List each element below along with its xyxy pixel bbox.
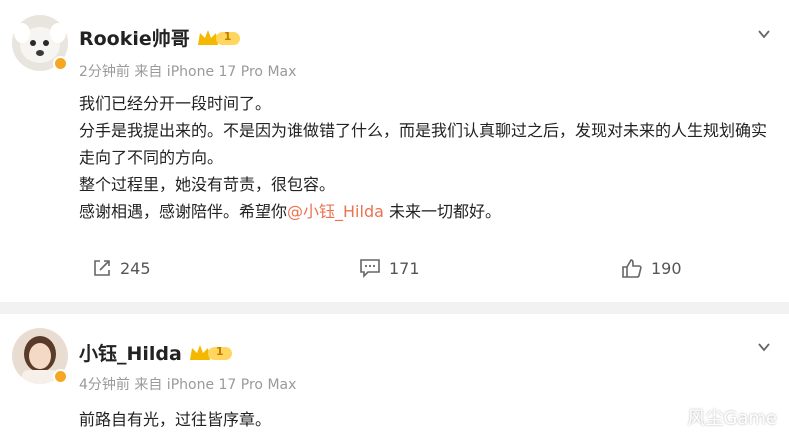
vip-level: 1 bbox=[215, 344, 224, 358]
repost-button[interactable]: 245 bbox=[92, 258, 151, 278]
username[interactable]: Rookie帅哥 bbox=[79, 24, 190, 51]
like-count: 190 bbox=[651, 258, 682, 278]
chevron-down-icon[interactable] bbox=[757, 340, 771, 354]
post-body: 我们已经分开一段时间了。 分手是我提出来的。不是因为谁做错了什么，而是我们认真聊… bbox=[79, 90, 775, 225]
comment-icon bbox=[360, 259, 380, 278]
comment-count: 171 bbox=[389, 258, 420, 278]
crown-icon: 1 bbox=[196, 27, 242, 49]
vip-level: 1 bbox=[223, 29, 232, 43]
post-meta: 4分钟前 来自 iPhone 17 Pro Max bbox=[79, 377, 297, 393]
action-bar: 245 171 190 bbox=[0, 258, 789, 288]
mention-link[interactable]: @小钰_Hilda bbox=[287, 202, 384, 221]
post-text: 未来一切都好。 bbox=[383, 202, 501, 221]
post-card: 小钰_Hilda 1 4分钟前 来自 iPhone 17 Pro Max 前路自… bbox=[0, 314, 789, 444]
post-paragraph: 我们已经分开一段时间了。 bbox=[79, 94, 272, 113]
post-paragraph: 前路自有光，过往皆序章。 bbox=[79, 410, 272, 429]
watermark: 风尘Game bbox=[687, 408, 777, 429]
post-meta: 2分钟前 来自 iPhone 17 Pro Max bbox=[79, 64, 297, 80]
username[interactable]: 小钰_Hilda bbox=[79, 339, 182, 366]
crown-icon: 1 bbox=[188, 342, 234, 364]
post-text: 感谢相遇，感谢陪伴。希望你 bbox=[79, 202, 288, 221]
repost-count: 245 bbox=[120, 258, 151, 278]
verified-badge bbox=[53, 56, 68, 71]
chevron-down-icon[interactable] bbox=[757, 27, 771, 41]
post-card: Rookie帅哥 1 2分钟前 来自 iPhone 17 Pro Max 我们已… bbox=[0, 0, 789, 302]
post-author[interactable]: 小钰_Hilda 1 bbox=[79, 339, 234, 366]
like-icon bbox=[622, 259, 642, 278]
verified-badge bbox=[53, 369, 68, 384]
comment-button[interactable]: 171 bbox=[359, 258, 420, 278]
post-body: 前路自有光，过往皆序章。 bbox=[79, 406, 775, 433]
post-paragraph: 整个过程里，她没有苛责，很包容。 bbox=[79, 175, 336, 194]
like-button[interactable]: 190 bbox=[621, 258, 682, 278]
post-paragraph: 感谢相遇，感谢陪伴。希望你@小钰_Hilda 未来一切都好。 bbox=[79, 198, 775, 225]
post-author[interactable]: Rookie帅哥 1 bbox=[79, 24, 242, 51]
repost-icon bbox=[94, 260, 110, 276]
post-paragraph: 分手是我提出来的。不是因为谁做错了什么，而是我们认真聊过之后，发现对未来的人生规… bbox=[79, 121, 768, 167]
